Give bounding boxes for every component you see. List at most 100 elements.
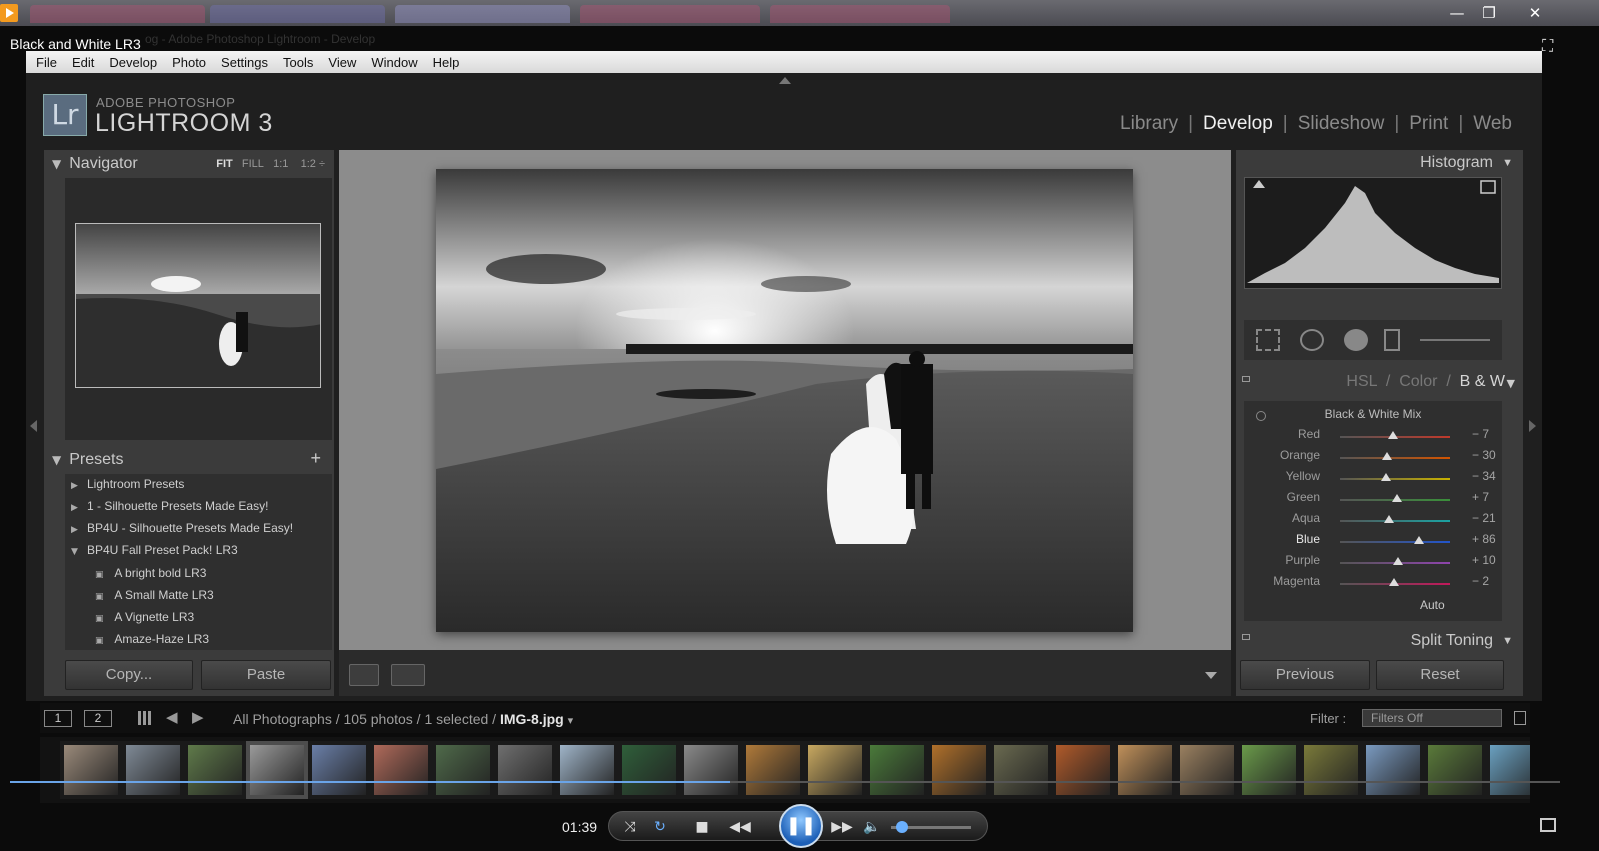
minimize-icon[interactable]: —: [1442, 2, 1472, 24]
bw-slider-orange[interactable]: Orange − 30: [1244, 448, 1502, 468]
menu-edit[interactable]: Edit: [72, 55, 94, 70]
fullscreen-icon[interactable]: [1540, 818, 1556, 832]
loupe-view-button[interactable]: [349, 664, 379, 686]
navigator-header[interactable]: ▼ Navigator FIT FILL 1:1 1:2 ÷: [52, 153, 327, 175]
tab-bw[interactable]: B & W: [1460, 373, 1505, 390]
filmstrip-thumbnail[interactable]: [990, 741, 1052, 799]
collapse-triangle-icon[interactable]: ▼: [1502, 157, 1513, 169]
back-arrow-icon[interactable]: ◀: [166, 708, 178, 726]
highlight-clipping-icon[interactable]: [1480, 180, 1496, 194]
filmstrip-thumbnail[interactable]: [1114, 741, 1176, 799]
window-1-button[interactable]: 1: [44, 710, 72, 727]
triangle-right-icon[interactable]: ▶: [71, 481, 87, 491]
preset-item[interactable]: ▣ A bright bold LR3: [95, 566, 206, 587]
tab-hsl[interactable]: HSL: [1346, 373, 1377, 390]
menu-help[interactable]: Help: [433, 55, 460, 70]
red-eye-icon[interactable]: [1344, 329, 1368, 351]
filmstrip-thumbnail[interactable]: [680, 741, 742, 799]
filter-lock-icon[interactable]: [1514, 711, 1526, 725]
bw-slider-track[interactable]: [1340, 494, 1450, 502]
menu-photo[interactable]: Photo: [172, 55, 206, 70]
left-panel-toggle-icon[interactable]: [30, 420, 37, 432]
grid-view-icon[interactable]: [138, 711, 152, 725]
filmstrip-thumbnail[interactable]: [1362, 741, 1424, 799]
filmstrip-thumbnail[interactable]: [1238, 741, 1300, 799]
copy-settings-button[interactable]: Copy...: [65, 660, 193, 690]
browser-tab[interactable]: [210, 5, 385, 23]
bw-slider-thumb[interactable]: [1380, 473, 1391, 481]
module-web[interactable]: Web: [1473, 113, 1512, 135]
bw-slider-thumb[interactable]: [1381, 452, 1392, 460]
bw-slider-track[interactable]: [1340, 452, 1450, 460]
repeat-icon[interactable]: ↻: [649, 817, 671, 837]
bw-slider-green[interactable]: Green + 7: [1244, 490, 1502, 510]
main-photo[interactable]: [436, 169, 1133, 632]
filmstrip-thumbnail[interactable]: [308, 741, 370, 799]
preset-folder[interactable]: ▶ 1 - Silhouette Presets Made Easy!: [71, 499, 268, 520]
split-toning-header[interactable]: Split Toning ▼: [1236, 630, 1523, 652]
shuffle-icon[interactable]: ⤨: [619, 817, 641, 837]
menu-view[interactable]: View: [328, 55, 356, 70]
bw-slider-purple[interactable]: Purple + 10: [1244, 553, 1502, 573]
triangle-right-icon[interactable]: ▶: [71, 525, 87, 535]
filmstrip-thumbnail[interactable]: [1486, 741, 1530, 799]
browser-tab[interactable]: [30, 5, 205, 23]
bw-slider-track[interactable]: [1340, 515, 1450, 523]
filmstrip-thumbnail[interactable]: [370, 741, 432, 799]
video-progress-bar[interactable]: [10, 781, 1560, 783]
right-panel-toggle-icon[interactable]: [1529, 420, 1536, 432]
bw-slider-value[interactable]: − 2: [1472, 574, 1489, 588]
bw-slider-thumb[interactable]: [1389, 578, 1400, 586]
preset-item[interactable]: ▣ A Small Matte LR3: [95, 588, 214, 609]
filmstrip-thumbnail[interactable]: [928, 741, 990, 799]
add-preset-icon[interactable]: +: [310, 448, 321, 469]
adjustment-brush-icon[interactable]: [1420, 339, 1490, 341]
preset-folder[interactable]: ▶ Lightroom Presets: [71, 477, 184, 498]
preset-folder[interactable]: ▼ BP4U Fall Preset Pack! LR3: [71, 543, 238, 564]
zoom-1-2[interactable]: 1:2 ÷: [301, 158, 325, 170]
bw-slider-red[interactable]: Red − 7: [1244, 427, 1502, 447]
filmstrip-thumbnail[interactable]: [866, 741, 928, 799]
filmstrip-thumbnail[interactable]: [60, 741, 122, 799]
shadow-clipping-icon[interactable]: [1253, 180, 1265, 188]
filmstrip-thumbnail[interactable]: [556, 741, 618, 799]
collapse-triangle-icon[interactable]: ▼: [1502, 635, 1513, 647]
module-library[interactable]: Library: [1120, 113, 1178, 135]
filmstrip-thumbnail[interactable]: [494, 741, 556, 799]
browser-tab[interactable]: [770, 5, 950, 23]
filmstrip-thumbnail[interactable]: [1424, 741, 1486, 799]
bw-slider-thumb[interactable]: [1392, 557, 1403, 565]
filmstrip-thumbnail[interactable]: [618, 741, 680, 799]
chevron-down-icon[interactable]: ▾: [568, 714, 574, 727]
preset-folder[interactable]: ▶ BP4U - Silhouette Presets Made Easy!: [71, 521, 293, 542]
filmstrip-thumbnail[interactable]: [432, 741, 494, 799]
filmstrip-thumbnail[interactable]: [184, 741, 246, 799]
bw-slider-value[interactable]: + 7: [1472, 490, 1489, 504]
bw-slider-value[interactable]: − 7: [1472, 427, 1489, 441]
toolbar-menu-chevron-icon[interactable]: [1205, 672, 1217, 679]
bw-slider-track[interactable]: [1340, 473, 1450, 481]
bw-slider-yellow[interactable]: Yellow − 34: [1244, 469, 1502, 489]
bw-slider-thumb[interactable]: [1391, 494, 1402, 502]
stop-icon[interactable]: ■: [691, 817, 713, 837]
menu-develop[interactable]: Develop: [109, 55, 157, 70]
crop-tool-icon[interactable]: [1256, 329, 1280, 351]
filter-select[interactable]: Filters Off: [1362, 709, 1502, 727]
bw-slider-track[interactable]: [1340, 536, 1450, 544]
bw-slider-value[interactable]: + 86: [1472, 532, 1496, 546]
menu-tools[interactable]: Tools: [283, 55, 313, 70]
triangle-down-icon[interactable]: ▼: [71, 547, 87, 557]
bw-auto-button[interactable]: Auto: [1420, 598, 1445, 612]
collapse-triangle-icon[interactable]: ▼: [52, 157, 61, 171]
bw-slider-thumb[interactable]: [1413, 536, 1424, 544]
navigator-thumbnail[interactable]: [75, 223, 321, 388]
bw-slider-magenta[interactable]: Magenta − 2: [1244, 574, 1502, 594]
graduated-filter-icon[interactable]: [1384, 329, 1400, 351]
collapse-triangle-icon[interactable]: ▼: [52, 453, 61, 467]
previous-button[interactable]: Previous: [1240, 660, 1370, 690]
presets-header[interactable]: ▼ Presets +: [52, 448, 327, 472]
menu-file[interactable]: File: [36, 55, 57, 70]
module-slideshow[interactable]: Slideshow: [1298, 113, 1385, 135]
bw-slider-track[interactable]: [1340, 578, 1450, 586]
filmstrip-thumbnail[interactable]: [1176, 741, 1238, 799]
